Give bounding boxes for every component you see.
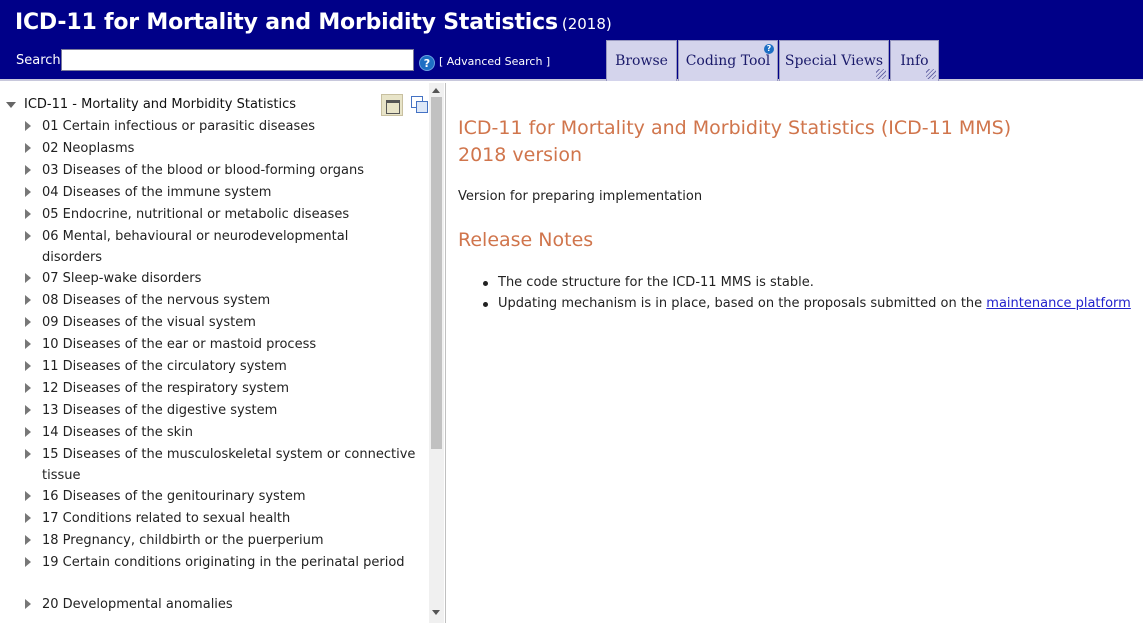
tree-item-03[interactable]: 03 Diseases of the blood or blood-formin… — [25, 160, 414, 181]
collapsed-arrow-icon — [25, 209, 31, 219]
tree-item-label: 12 Diseases of the respiratory system — [42, 381, 290, 396]
tree-item-10[interactable]: 10 Diseases of the ear or mastoid proces… — [25, 334, 414, 355]
tree-item-label: 08 Diseases of the nervous system — [42, 293, 271, 308]
tree-item-02[interactable]: 02 Neoplasms — [25, 138, 414, 159]
header-bar: ICD-11 for Mortality and Morbidity Stati… — [0, 0, 1143, 81]
scroll-up-arrow-icon[interactable] — [432, 88, 440, 93]
tree-item-18[interactable]: 18 Pregnancy, childbirth or the puerperi… — [25, 530, 414, 551]
collapsed-arrow-icon — [25, 339, 31, 349]
tree-item-label: 16 Diseases of the genitourinary system — [42, 489, 306, 504]
tab-info[interactable]: Info — [890, 40, 939, 81]
page-title: ICD-11 for Mortality and Morbidity Stati… — [458, 115, 1011, 169]
collapsed-arrow-icon — [25, 165, 31, 175]
tree-scrollbar[interactable] — [429, 83, 444, 623]
advanced-search-link[interactable]: [ Advanced Search ] — [439, 55, 550, 68]
tree-item-12[interactable]: 12 Diseases of the respiratory system — [25, 378, 414, 399]
tree-item-06[interactable]: 06 Mental, behavioural or neurodevelopme… — [25, 226, 362, 268]
classification-tree-panel: ICD-11 - Mortality and Morbidity Statist… — [0, 83, 446, 623]
version-description: Version for preparing implementation — [458, 189, 703, 204]
collapsed-arrow-icon — [25, 295, 31, 305]
tree-item-label: 19 Certain conditions originating in the… — [42, 555, 405, 570]
dropdown-corner-icon — [926, 69, 936, 79]
tree-item-label: 17 Conditions related to sexual health — [42, 511, 291, 526]
tree-root-label: ICD-11 - Mortality and Morbidity Statist… — [24, 97, 297, 112]
release-notes-heading: Release Notes — [458, 229, 594, 251]
scroll-thumb[interactable] — [431, 97, 442, 449]
collapsed-arrow-icon — [25, 557, 31, 567]
tree-item-08[interactable]: 08 Diseases of the nervous system — [25, 290, 414, 311]
tree-item-label: 05 Endocrine, nutritional or metabolic d… — [42, 207, 350, 222]
tab-special-views-label: Special Views — [784, 53, 884, 69]
tree-item-label: 18 Pregnancy, childbirth or the puerperi… — [42, 533, 324, 548]
collapsed-arrow-icon — [25, 317, 31, 327]
help-badge-icon: ? — [764, 44, 774, 54]
app-title-year: (2018) — [561, 15, 612, 33]
collapsed-arrow-icon — [25, 513, 31, 523]
tree-item-14[interactable]: 14 Diseases of the skin — [25, 422, 414, 443]
tree-item-17[interactable]: 17 Conditions related to sexual health — [25, 508, 414, 529]
tab-browse-label: Browse — [615, 53, 668, 69]
tree-item-19[interactable]: 19 Certain conditions originating in the… — [25, 552, 414, 573]
collapsed-arrow-icon — [25, 427, 31, 437]
release-note-text: The code structure for the ICD-11 MMS is… — [498, 275, 814, 290]
maintenance-platform-link[interactable]: maintenance platform — [986, 296, 1131, 311]
scroll-down-arrow-icon[interactable] — [432, 610, 440, 615]
collapsed-arrow-icon — [25, 143, 31, 153]
tree-item-label: 14 Diseases of the skin — [42, 425, 193, 440]
expanded-arrow-icon — [6, 101, 16, 108]
tree-item-11[interactable]: 11 Diseases of the circulatory system — [25, 356, 414, 377]
tree-item-label: 06 Mental, behavioural or neurodevelopme… — [42, 229, 349, 265]
tree-item-05[interactable]: 05 Endocrine, nutritional or metabolic d… — [25, 204, 414, 225]
tree-item-13[interactable]: 13 Diseases of the digestive system — [25, 400, 414, 421]
tree-item-label: 15 Diseases of the musculoskeletal syste… — [42, 447, 416, 483]
tree-item-label: 07 Sleep-wake disorders — [42, 271, 202, 286]
page-title-line2: 2018 version — [458, 144, 582, 166]
tree-item-label: 01 Certain infectious or parasitic disea… — [42, 119, 315, 134]
tree-item-label: 02 Neoplasms — [42, 141, 135, 156]
app-title: ICD-11 for Mortality and Morbidity Stati… — [15, 10, 612, 35]
hierarchy-view-icon[interactable] — [381, 94, 403, 116]
app-title-text: ICD-11 for Mortality and Morbidity Stati… — [15, 10, 558, 35]
tree-item-15[interactable]: 15 Diseases of the musculoskeletal syste… — [25, 444, 422, 486]
tree-item-label: 03 Diseases of the blood or blood-formin… — [42, 163, 364, 178]
collapsed-arrow-icon — [25, 405, 31, 415]
tree-item-label: 11 Diseases of the circulatory system — [42, 359, 287, 374]
tree-item-label: 09 Diseases of the visual system — [42, 315, 256, 330]
tree-root[interactable]: ICD-11 - Mortality and Morbidity Statist… — [6, 97, 296, 112]
tab-browse[interactable]: Browse — [606, 40, 677, 81]
tab-info-label: Info — [900, 53, 929, 69]
collapsed-arrow-icon — [25, 187, 31, 197]
dropdown-corner-icon — [876, 69, 886, 79]
tab-coding-tool[interactable]: Coding Tool ? — [678, 40, 778, 81]
tree-item-16[interactable]: 16 Diseases of the genitourinary system — [25, 486, 414, 507]
page-title-line1: ICD-11 for Mortality and Morbidity Stati… — [458, 117, 1012, 139]
release-note-text: Updating mechanism is in place, based on… — [498, 296, 987, 311]
collapsed-arrow-icon — [25, 121, 31, 131]
tab-coding-tool-label: Coding Tool — [685, 53, 771, 69]
tree-item-label: 10 Diseases of the ear or mastoid proces… — [42, 337, 317, 352]
tree-item-20[interactable]: 20 Developmental anomalies — [25, 594, 414, 615]
multiple-windows-icon[interactable] — [410, 95, 428, 113]
tree-item-04[interactable]: 04 Diseases of the immune system — [25, 182, 414, 203]
collapsed-arrow-icon — [25, 383, 31, 393]
collapsed-arrow-icon — [25, 231, 31, 241]
tree-item-09[interactable]: 09 Diseases of the visual system — [25, 312, 414, 333]
help-icon[interactable]: ? — [419, 55, 435, 71]
tab-special-views[interactable]: Special Views — [779, 40, 889, 81]
tree-item-label: 04 Diseases of the immune system — [42, 185, 272, 200]
collapsed-arrow-icon — [25, 273, 31, 283]
collapsed-arrow-icon — [25, 361, 31, 371]
tree-item-label: 20 Developmental anomalies — [42, 597, 233, 612]
release-note-item: Updating mechanism is in place, based on… — [483, 296, 1131, 311]
search-input[interactable] — [61, 49, 414, 71]
tree-item-label: 13 Diseases of the digestive system — [42, 403, 278, 418]
collapsed-arrow-icon — [25, 535, 31, 545]
search-label: Search — [16, 53, 61, 68]
collapsed-arrow-icon — [25, 599, 31, 609]
release-note-item: The code structure for the ICD-11 MMS is… — [483, 275, 814, 290]
collapsed-arrow-icon — [25, 449, 31, 459]
tree-item-01[interactable]: 01 Certain infectious or parasitic disea… — [25, 116, 414, 137]
tree-item-07[interactable]: 07 Sleep-wake disorders — [25, 268, 414, 289]
collapsed-arrow-icon — [25, 491, 31, 501]
